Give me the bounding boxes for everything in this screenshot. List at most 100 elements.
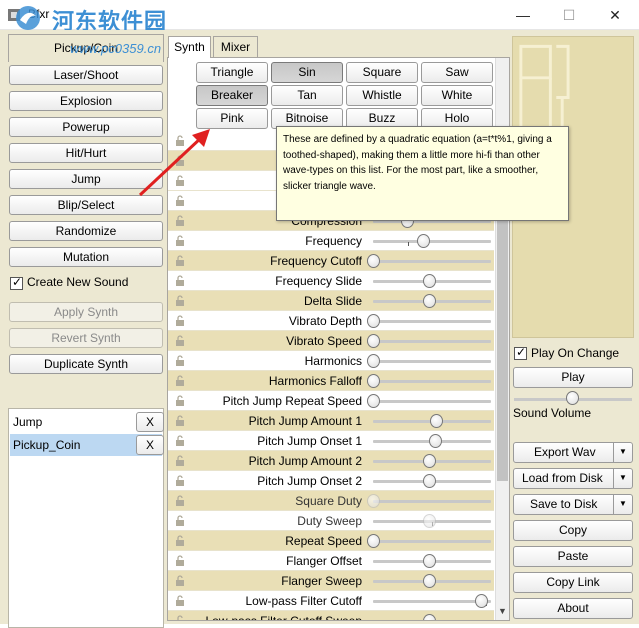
- lock-icon[interactable]: [174, 295, 186, 307]
- save-to-disk-dropdown[interactable]: Save to Disk ▼: [513, 494, 633, 515]
- wave-saw-button[interactable]: Saw: [421, 62, 493, 83]
- param-slider-track[interactable]: [373, 260, 491, 263]
- lock-icon[interactable]: [174, 235, 186, 247]
- list-item-pickup-coin[interactable]: Pickup_Coin X: [10, 434, 164, 456]
- chevron-down-icon[interactable]: ▼: [613, 469, 632, 488]
- remove-pickup-coin-button[interactable]: X: [136, 435, 164, 455]
- lock-icon[interactable]: [174, 495, 186, 507]
- param-slider-knob[interactable]: [367, 314, 380, 328]
- wave-breaker-button[interactable]: Breaker: [196, 85, 268, 106]
- param-slider-knob[interactable]: [367, 354, 380, 368]
- wave-triangle-button[interactable]: Triangle: [196, 62, 268, 83]
- create-new-sound-checkbox[interactable]: [10, 275, 23, 290]
- close-button[interactable]: ✕: [592, 0, 638, 30]
- param-slider-knob[interactable]: [423, 294, 436, 308]
- lock-icon[interactable]: [174, 215, 186, 227]
- param-slider-knob[interactable]: [423, 514, 436, 528]
- lock-icon[interactable]: [174, 275, 186, 287]
- param-slider-knob[interactable]: [474, 594, 488, 608]
- explosion-button[interactable]: Explosion: [9, 91, 163, 111]
- copy-button[interactable]: Copy: [513, 520, 633, 541]
- param-slider-knob[interactable]: [367, 334, 380, 348]
- lock-icon[interactable]: [174, 255, 186, 267]
- lock-icon[interactable]: [174, 355, 186, 367]
- wave-sin-button[interactable]: Sin: [271, 62, 343, 83]
- param-slider-track[interactable]: [373, 400, 491, 403]
- wave-white-button[interactable]: White: [421, 85, 493, 106]
- scroll-down-icon[interactable]: ▼: [495, 603, 509, 620]
- param-slider-knob[interactable]: [417, 234, 431, 248]
- chevron-down-icon[interactable]: ▼: [613, 443, 632, 462]
- lock-icon[interactable]: [174, 615, 186, 620]
- apply-synth-button[interactable]: Apply Synth: [9, 302, 163, 322]
- param-slider-knob[interactable]: [367, 494, 380, 508]
- chevron-down-icon[interactable]: ▼: [613, 495, 632, 514]
- param-slider-knob[interactable]: [428, 434, 442, 448]
- param-row-duty-sweep: Duty Sweep: [168, 511, 494, 531]
- lock-icon[interactable]: [174, 435, 186, 447]
- volume-slider-knob[interactable]: [566, 391, 579, 405]
- param-slider-track[interactable]: [373, 340, 491, 343]
- lock-icon[interactable]: [174, 335, 186, 347]
- param-slider-knob[interactable]: [367, 534, 380, 548]
- maximize-button[interactable]: ☐: [546, 0, 592, 30]
- lock-icon[interactable]: [174, 375, 186, 387]
- param-label: Repeat Speed: [285, 534, 362, 548]
- tab-mixer[interactable]: Mixer: [213, 36, 258, 58]
- mutation-button[interactable]: Mutation: [9, 247, 163, 267]
- copy-link-button[interactable]: Copy Link: [513, 572, 633, 593]
- param-slider-track[interactable]: [373, 540, 491, 543]
- duplicate-synth-button[interactable]: Duplicate Synth: [9, 354, 163, 374]
- param-slider-knob[interactable]: [423, 474, 436, 488]
- param-row-flanger-offset: Flanger Offset: [168, 551, 494, 571]
- wave-square-button[interactable]: Square: [346, 62, 418, 83]
- lock-icon[interactable]: [174, 315, 186, 327]
- lock-icon[interactable]: [174, 555, 186, 567]
- param-slider-track[interactable]: [373, 380, 491, 383]
- lock-icon[interactable]: [174, 455, 186, 467]
- lock-icon[interactable]: [174, 515, 186, 527]
- param-slider-knob[interactable]: [423, 574, 436, 588]
- param-slider-knob[interactable]: [429, 414, 443, 428]
- randomize-button[interactable]: Randomize: [9, 221, 163, 241]
- lock-icon[interactable]: [174, 575, 186, 587]
- wave-whistle-button[interactable]: Whistle: [346, 85, 418, 106]
- tab-synth[interactable]: Synth: [168, 36, 211, 58]
- lock-icon[interactable]: [174, 415, 186, 427]
- remove-jump-button[interactable]: X: [136, 412, 164, 432]
- export-wav-dropdown[interactable]: Export Wav ▼: [513, 442, 633, 463]
- param-slider-track[interactable]: [373, 620, 491, 621]
- param-slider-track[interactable]: [373, 600, 491, 603]
- lock-icon[interactable]: [174, 535, 186, 547]
- param-slider-track[interactable]: [373, 240, 491, 243]
- wave-tan-button[interactable]: Tan: [271, 85, 343, 106]
- param-label: Flanger Sweep: [281, 574, 362, 588]
- laser-shoot-button[interactable]: Laser/Shoot: [9, 65, 163, 85]
- param-slider-knob[interactable]: [423, 554, 436, 568]
- param-slider-knob[interactable]: [423, 274, 436, 288]
- play-button[interactable]: Play: [513, 367, 633, 388]
- list-item-jump[interactable]: Jump X: [10, 411, 164, 433]
- param-slider-knob[interactable]: [367, 374, 380, 388]
- minimize-button[interactable]: —: [500, 0, 546, 30]
- client-area: Pickup/Coin Laser/Shoot Explosion Powerup H…: [0, 30, 639, 628]
- param-label: Pitch Jump Amount 1: [248, 414, 362, 428]
- load-from-disk-dropdown[interactable]: Load from Disk ▼: [513, 468, 633, 489]
- param-slider-track[interactable]: [373, 500, 491, 503]
- play-on-change-checkbox[interactable]: [514, 345, 527, 360]
- lock-icon[interactable]: [174, 595, 186, 607]
- param-slider-track[interactable]: [373, 360, 491, 363]
- scrollbar-thumb[interactable]: [497, 191, 508, 481]
- param-slider-knob[interactable]: [367, 394, 380, 408]
- paste-button[interactable]: Paste: [513, 546, 633, 567]
- param-slider-knob[interactable]: [423, 614, 436, 620]
- param-slider-knob[interactable]: [367, 254, 380, 268]
- param-slider-track[interactable]: [373, 320, 491, 323]
- lock-icon[interactable]: [174, 475, 186, 487]
- param-label: Pitch Jump Repeat Speed: [222, 394, 362, 408]
- lock-icon[interactable]: [174, 395, 186, 407]
- about-button[interactable]: About: [513, 598, 633, 619]
- param-row-low-pass-filter-cutoff: Low-pass Filter Cutoff: [168, 591, 494, 611]
- param-slider-knob[interactable]: [423, 454, 436, 468]
- revert-synth-button[interactable]: Revert Synth: [9, 328, 163, 348]
